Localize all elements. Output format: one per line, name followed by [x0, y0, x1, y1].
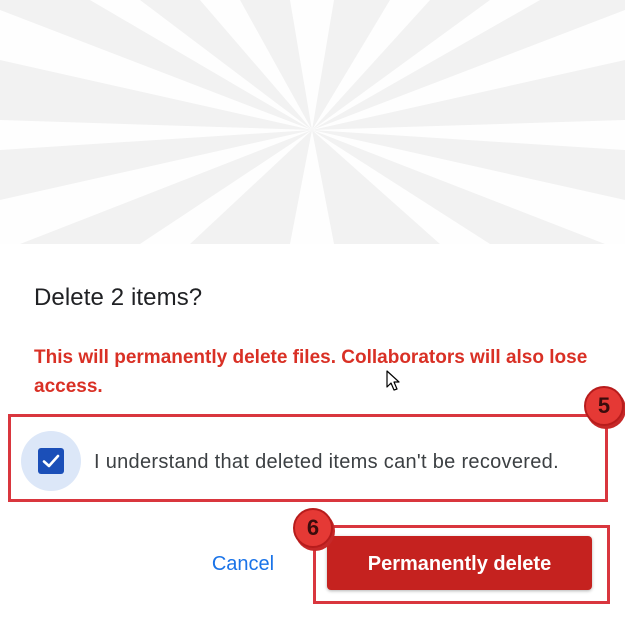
- acknowledge-checkbox[interactable]: [38, 448, 64, 474]
- acknowledge-label[interactable]: I understand that deleted items can't be…: [94, 451, 559, 474]
- acknowledge-checkbox-focus-ring[interactable]: [21, 431, 81, 491]
- permanently-delete-button[interactable]: Permanently delete: [327, 536, 592, 590]
- sunburst-icon: [0, 0, 625, 244]
- hero-illustration: [0, 0, 625, 244]
- step-5-badge: 5: [584, 386, 624, 426]
- warning-message: This will permanently delete files. Coll…: [34, 347, 588, 397]
- dialog-title: Delete 2 items?: [34, 284, 203, 311]
- cancel-button[interactable]: Cancel: [200, 542, 286, 584]
- step-6-badge: 6: [293, 508, 333, 548]
- checkmark-icon: [42, 454, 60, 468]
- acknowledge-row[interactable]: I understand that deleted items can't be…: [8, 414, 608, 502]
- mouse-pointer-icon: [386, 370, 400, 397]
